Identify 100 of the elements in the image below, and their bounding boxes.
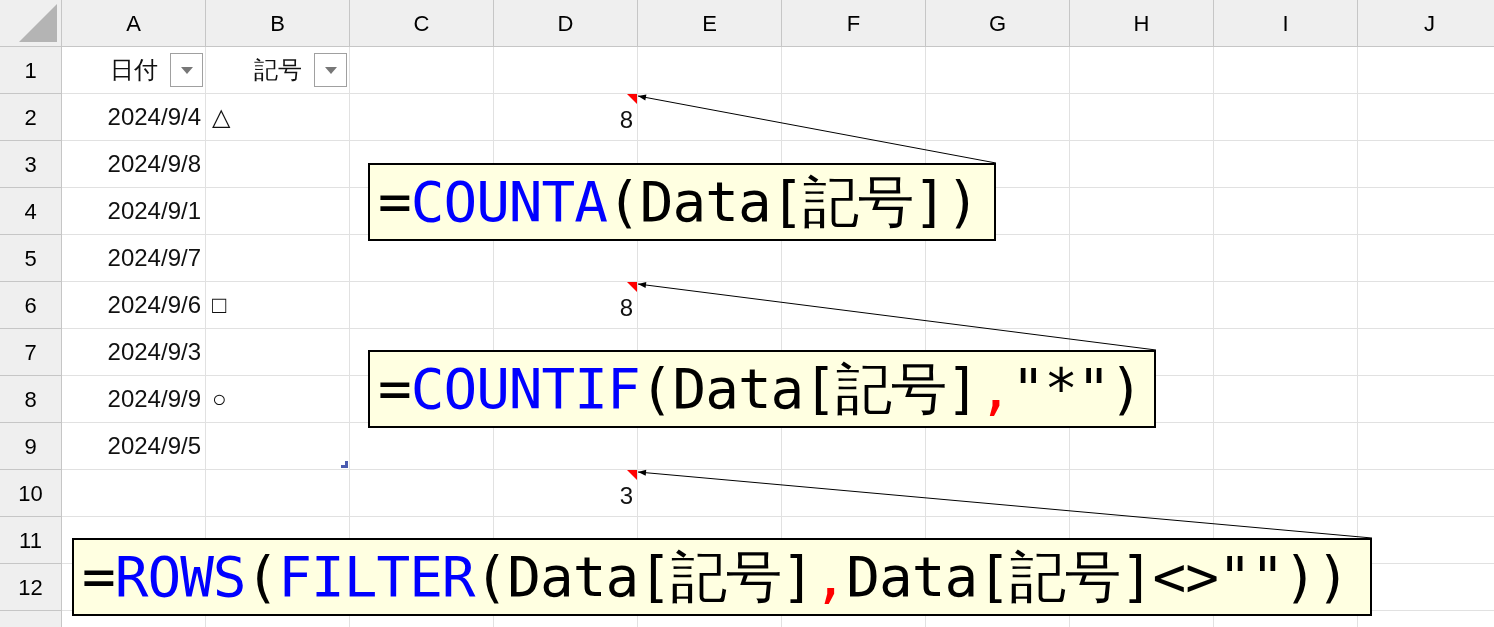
table-cell[interactable] [350, 470, 494, 517]
date-value: 2024/9/4 [107, 102, 201, 132]
table-cell[interactable] [1214, 47, 1358, 94]
table-cell[interactable]: 2024/9/8 [62, 141, 206, 188]
dropdown-arrow-icon [324, 66, 337, 74]
row-header[interactable]: 9 [0, 423, 62, 470]
table-cell[interactable]: ○ [206, 376, 350, 423]
table-cell[interactable] [782, 94, 926, 141]
column-header[interactable]: A [62, 0, 206, 47]
table-cell[interactable]: 2024/9/5 [62, 423, 206, 470]
row-header[interactable]: 10 [0, 470, 62, 517]
date-value: 2024/9/6 [107, 290, 201, 320]
table-cell[interactable] [1070, 235, 1214, 282]
comment-tooltip: =COUNTIF(Data[記号],"*") [368, 350, 1156, 428]
table-cell[interactable]: 8 [494, 282, 638, 329]
column-header[interactable]: J [1358, 0, 1494, 47]
row-header[interactable]: 12 [0, 564, 62, 611]
column-header[interactable]: G [926, 0, 1070, 47]
column-header[interactable]: D [494, 0, 638, 47]
row-header[interactable]: 11 [0, 517, 62, 564]
table-cell[interactable] [1070, 94, 1214, 141]
symbol-value: ○ [212, 384, 227, 414]
table-cell[interactable] [1070, 470, 1214, 517]
count-value: 8 [619, 105, 633, 135]
comment-tooltip: =ROWS(FILTER(Data[記号],Data[記号]<>"")) [72, 538, 1372, 616]
column-header[interactable]: B [206, 0, 350, 47]
table-cell[interactable] [206, 188, 350, 235]
table-cell[interactable]: 3 [494, 470, 638, 517]
table-cell[interactable] [926, 282, 1070, 329]
table-cell[interactable] [206, 235, 350, 282]
table-cell[interactable]: 2024/9/9 [62, 376, 206, 423]
table-cell[interactable] [926, 47, 1070, 94]
table-cell[interactable] [350, 282, 494, 329]
row-header[interactable]: 1 [0, 47, 62, 94]
table-cell[interactable] [926, 94, 1070, 141]
symbol-value: □ [212, 290, 227, 320]
table-cell[interactable] [1070, 47, 1214, 94]
row-header[interactable]: 7 [0, 329, 62, 376]
table-cell[interactable]: 日付 [62, 47, 206, 94]
table-cell[interactable] [350, 94, 494, 141]
date-value: 2024/9/7 [107, 243, 201, 273]
table-cell[interactable] [638, 47, 782, 94]
table-cell[interactable] [1214, 376, 1358, 423]
row-header[interactable]: 2 [0, 94, 62, 141]
table-cell[interactable] [1214, 188, 1358, 235]
date-value: 2024/9/1 [107, 196, 201, 226]
table-cell[interactable] [782, 470, 926, 517]
column-header[interactable]: I [1214, 0, 1358, 47]
table-cell[interactable] [206, 329, 350, 376]
select-all-button[interactable] [0, 0, 62, 47]
date-value: 2024/9/3 [107, 337, 201, 367]
count-value: 3 [619, 481, 633, 511]
table-cell[interactable] [782, 47, 926, 94]
table-cell[interactable] [206, 141, 350, 188]
header-label: 記号 [254, 55, 302, 85]
table-cell[interactable]: 8 [494, 94, 638, 141]
table-cell[interactable]: 2024/9/7 [62, 235, 206, 282]
table-cell[interactable] [926, 470, 1070, 517]
symbol-value: △ [212, 102, 230, 132]
row-header[interactable]: 5 [0, 235, 62, 282]
table-cell[interactable]: 記号 [206, 47, 350, 94]
column-header[interactable]: F [782, 0, 926, 47]
table-cell[interactable] [1070, 141, 1214, 188]
table-cell[interactable] [494, 47, 638, 94]
row-header[interactable]: 4 [0, 188, 62, 235]
header-label: 日付 [110, 55, 158, 85]
row-header[interactable]: 3 [0, 141, 62, 188]
column-header[interactable]: H [1070, 0, 1214, 47]
table-cell[interactable] [1070, 188, 1214, 235]
table-cell[interactable] [206, 470, 350, 517]
row-header[interactable]: 8 [0, 376, 62, 423]
date-value: 2024/9/5 [107, 431, 201, 461]
table-cell[interactable] [1214, 141, 1358, 188]
table-cell[interactable] [1214, 423, 1358, 470]
column-header[interactable]: C [350, 0, 494, 47]
table-cell[interactable]: 2024/9/1 [62, 188, 206, 235]
table-cell[interactable] [1214, 235, 1358, 282]
filter-button[interactable] [170, 53, 203, 87]
table-cell[interactable]: □ [206, 282, 350, 329]
table-cell[interactable]: 2024/9/4 [62, 94, 206, 141]
table-cell[interactable] [1214, 329, 1358, 376]
filter-button[interactable] [314, 53, 347, 87]
table-resize-handle-icon[interactable] [341, 461, 348, 468]
row-header[interactable]: 6 [0, 282, 62, 329]
table-cell[interactable] [1214, 94, 1358, 141]
table-cell[interactable] [62, 470, 206, 517]
table-cell[interactable]: 2024/9/6 [62, 282, 206, 329]
table-cell[interactable] [350, 47, 494, 94]
table-cell[interactable] [1214, 282, 1358, 329]
count-value: 8 [619, 293, 633, 323]
dropdown-arrow-icon [180, 66, 193, 74]
table-cell[interactable] [1214, 470, 1358, 517]
table-cell[interactable] [206, 423, 350, 470]
column-header[interactable]: E [638, 0, 782, 47]
comment-tooltip: =COUNTA(Data[記号]) [368, 163, 996, 241]
table-cell[interactable]: △ [206, 94, 350, 141]
table-cell[interactable] [1070, 282, 1214, 329]
table-cell[interactable] [782, 282, 926, 329]
date-value: 2024/9/9 [107, 384, 201, 414]
table-cell[interactable]: 2024/9/3 [62, 329, 206, 376]
